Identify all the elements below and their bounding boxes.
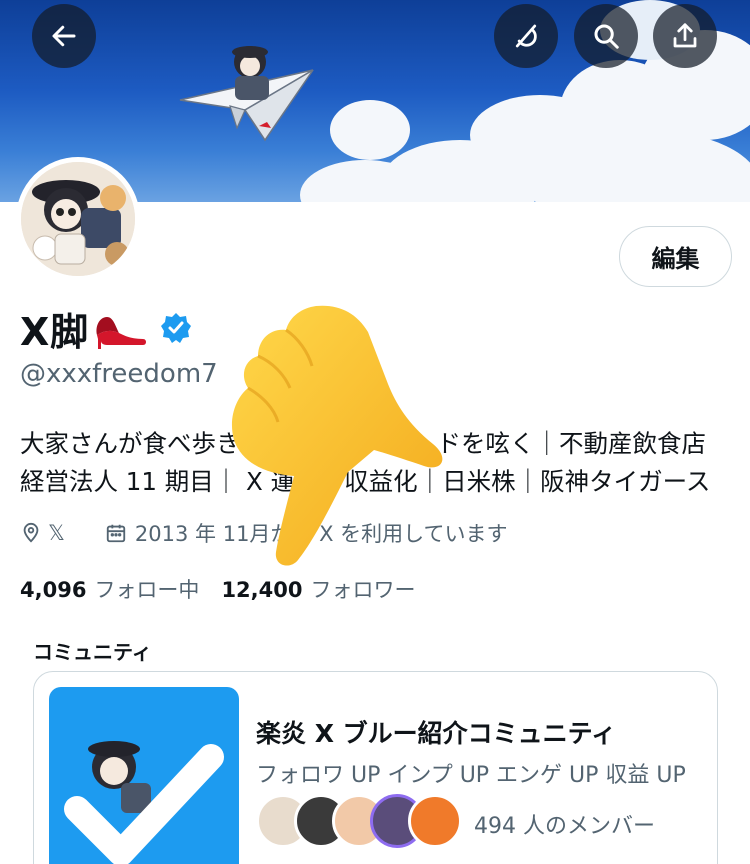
edit-profile-button[interactable]: 編集 — [619, 226, 732, 287]
community-card[interactable]: 楽炎 X ブルー紹介コミュニティ フォロワ UP インプ UP エンゲ UP 収… — [33, 671, 718, 864]
avatar-illustration — [21, 162, 135, 276]
following-link[interactable]: 4,096 フォロー中 — [20, 574, 199, 604]
pointing-hand-icon — [231, 305, 443, 566]
share-icon — [673, 23, 697, 48]
member-count: 494 人のメンバー — [474, 814, 655, 839]
followers-count: 12,400 — [221, 578, 303, 602]
following-label: フォロー中 — [94, 578, 200, 602]
follow-stats: 4,096 フォロー中 12,400 フォロワー — [20, 574, 415, 604]
following-count: 4,096 — [20, 578, 87, 602]
calendar-icon — [106, 524, 126, 543]
location-text: 𝕏 — [48, 521, 65, 545]
grok-icon — [515, 24, 537, 48]
arrow-left-icon — [52, 25, 76, 47]
checkmark-icon — [64, 741, 224, 864]
member-avatar — [408, 794, 462, 848]
location-icon — [23, 522, 39, 543]
high-heel-icon — [96, 317, 147, 349]
display-name: X脚 — [20, 309, 90, 354]
member-avatars — [256, 794, 462, 850]
search-button[interactable] — [574, 4, 638, 68]
followers-label: フォロワー — [310, 578, 416, 602]
community-thumbnail — [49, 687, 239, 864]
community-description: フォロワ UP インプ UP エンゲ UP 収益 UP — [256, 763, 686, 788]
paper-plane-illustration — [179, 46, 314, 142]
back-button[interactable] — [32, 4, 96, 68]
community-name: 楽炎 X ブルー紹介コミュニティ — [256, 719, 617, 748]
grok-button[interactable] — [494, 4, 558, 68]
search-icon — [594, 24, 619, 49]
display-name-row: X脚 — [20, 303, 193, 354]
verified-badge-icon[interactable] — [159, 311, 193, 345]
share-button[interactable] — [653, 4, 717, 68]
profile-avatar[interactable] — [16, 157, 140, 281]
communities-title: コミュニティ — [33, 640, 152, 664]
followers-link[interactable]: 12,400 フォロワー — [221, 574, 415, 604]
user-handle: @xxxfreedom7 — [20, 359, 218, 389]
